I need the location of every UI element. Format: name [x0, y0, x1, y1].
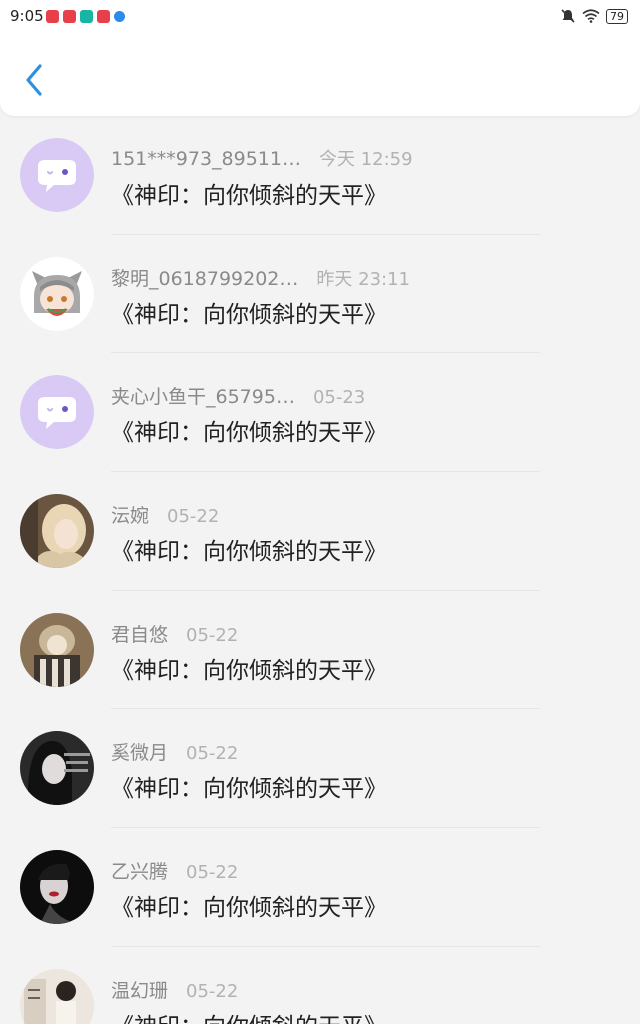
app-notification-icon	[80, 10, 93, 23]
book-title[interactable]: 《神印：向你倾斜的天平》	[111, 769, 387, 803]
comment-meta: 黎明_0618799202… 昨天 23:11	[111, 264, 410, 291]
photo-avatar[interactable]	[20, 731, 94, 806]
app-notification-icon	[114, 11, 125, 22]
status-right: 79	[560, 8, 628, 24]
user-name[interactable]: 黎明_0618799202…	[111, 264, 298, 291]
app-notification-icon	[63, 10, 76, 23]
list-item[interactable]: 温幻珊 05-22 《神印：向你倾斜的天平》	[0, 947, 640, 1024]
app-notification-icon	[97, 10, 110, 23]
book-title[interactable]: 《神印：向你倾斜的天平》	[111, 413, 387, 447]
comment-time: 05-22	[186, 980, 239, 1002]
user-name[interactable]: 沄婉	[111, 501, 149, 528]
comment-time: 今天 12:59	[318, 149, 413, 170]
book-title[interactable]: 《神印：向你倾斜的天平》	[111, 176, 387, 210]
list-item[interactable]: 君自悠 05-22 《神印：向你倾斜的天平》	[0, 591, 640, 710]
comment-time: 05-22	[186, 624, 239, 646]
chevron-left-icon	[26, 64, 42, 96]
comment-time: 05-22	[186, 743, 239, 765]
list-item[interactable]: 夹心小鱼干_65795… 05-23 《神印：向你倾斜的天平》	[0, 353, 640, 473]
photo-avatar[interactable]	[20, 850, 94, 925]
comment-time: 05-23	[312, 387, 366, 409]
list-item[interactable]: 黎明_0618799202… 昨天 23:11 《神印：向你倾斜的天平》	[0, 235, 640, 354]
comment-meta: 151***973_89511… 今天 12:59	[111, 145, 413, 171]
user-name[interactable]: 温幻珊	[111, 976, 168, 1003]
top-nav-bar	[0, 34, 640, 116]
comment-meta: 君自悠 05-22	[111, 620, 238, 647]
user-name[interactable]: 君自悠	[111, 620, 168, 647]
photo-avatar[interactable]	[20, 494, 94, 569]
book-title[interactable]: 《神印：向你倾斜的天平》	[111, 295, 387, 329]
notification-icons	[46, 10, 125, 23]
user-name[interactable]: 乙兴腾	[111, 857, 168, 884]
photo-avatar[interactable]	[20, 612, 94, 687]
app-notification-icon	[46, 10, 59, 23]
photo-avatar[interactable]	[20, 968, 94, 1024]
book-title[interactable]: 《神印：向你倾斜的天平》	[111, 888, 387, 922]
book-title[interactable]: 《神印：向你倾斜的天平》	[111, 1007, 387, 1024]
list-item[interactable]: 沄婉 05-22 《神印：向你倾斜的天平》	[0, 472, 640, 591]
comment-meta: 乙兴腾 05-22	[111, 857, 238, 884]
anime-catgirl-avatar[interactable]	[20, 256, 94, 331]
comment-time: 05-22	[167, 506, 220, 528]
comment-time: 昨天 23:11	[316, 268, 410, 290]
status-time: 9:05	[10, 7, 44, 25]
comment-meta: 夹心小鱼干_65795… 05-23	[111, 382, 365, 409]
comment-meta: 沄婉 05-22	[111, 501, 219, 528]
wifi-icon	[582, 9, 600, 23]
user-name[interactable]: 夹心小鱼干_65795…	[111, 382, 295, 409]
comment-time: 05-22	[186, 862, 239, 884]
list-item[interactable]: 乙兴腾 05-22 《神印：向你倾斜的天平》	[0, 828, 640, 947]
list-item[interactable]: 151***973_89511… 今天 12:59 《神印：向你倾斜的天平》	[0, 116, 640, 235]
book-title[interactable]: 《神印：向你倾斜的天平》	[111, 651, 387, 685]
book-title[interactable]: 《神印：向你倾斜的天平》	[111, 532, 387, 566]
mute-icon	[561, 9, 575, 23]
user-name[interactable]: 奚微月	[111, 738, 168, 765]
comment-meta: 温幻珊 05-22	[111, 976, 238, 1003]
comment-meta: 奚微月 05-22	[111, 738, 238, 765]
default-chat-avatar[interactable]	[20, 375, 94, 450]
status-bar: 9:05 79	[0, 0, 640, 34]
battery-icon: 79	[606, 8, 628, 24]
user-name[interactable]: 151***973_89511…	[111, 148, 301, 170]
back-button[interactable]	[20, 62, 50, 98]
list-item[interactable]: 奚微月 05-22 《神印：向你倾斜的天平》	[0, 709, 640, 829]
default-chat-avatar[interactable]	[20, 138, 94, 212]
comment-list: 151***973_89511… 今天 12:59 《神印：向你倾斜的天平》 黎…	[0, 116, 640, 1024]
